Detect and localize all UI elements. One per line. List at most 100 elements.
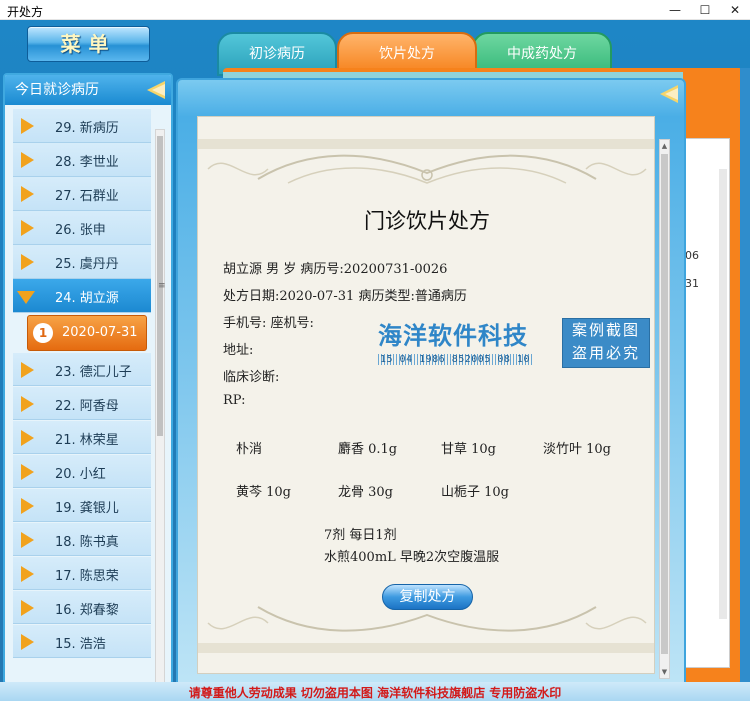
arrow-icon [21,463,34,480]
minimize-button[interactable]: — [660,0,690,20]
list-item[interactable]: 15. 浩浩 [13,624,151,658]
prescription-title: 门诊饮片处方 [364,209,490,233]
watermark-code: 15 04 1986 852005 08 10 [378,354,532,365]
window-title: 开处方 [7,5,44,19]
close-button[interactable]: ✕ [720,0,750,20]
arrow-icon [21,254,34,270]
arrow-icon [21,429,34,446]
prescription-dialog: 门诊饮片处方 胡立源 男 岁 病历号:20200731-0026 处方日期:20… [176,78,686,694]
top-ornament-icon [198,139,654,184]
address-line: 地址: [223,343,254,358]
list-item[interactable]: 25. 虞丹丹 [13,245,151,279]
visit-date-item[interactable]: 1 2020-07-31 [27,314,147,351]
list-item-label: 16. 郑春黎 [55,602,119,618]
drug-item: 淡竹叶 10g [543,442,611,457]
arrow-icon [21,497,34,514]
list-item[interactable]: 17. 陈思荣 [13,556,151,590]
list-item[interactable]: 22. 阿香母 [13,386,151,420]
list-item[interactable]: 18. 陈书真 [13,522,151,556]
background-text-b: 31 [685,277,699,290]
drug-item: 朴消 [236,442,263,457]
title-bar: 开处方 — ☐ ✕ [0,0,750,20]
background-scrollbar[interactable] [719,169,727,619]
drug-item: 山栀子 10g [441,485,509,500]
prescription-paper: 门诊饮片处方 胡立源 男 岁 病历号:20200731-0026 处方日期:20… [197,116,655,674]
list-item-label: 21. 林荣星 [55,432,119,448]
app-body: 菜单 初诊病历 中成药处方 饮片处方 06 31 今日就诊病历 29. 新病历 2… [0,20,750,694]
arrow-icon [21,531,34,548]
list-item-label: 15. 浩浩 [55,636,106,652]
rp-line: RP: [223,393,246,408]
list-item[interactable]: 23. 德汇儿子 [13,352,151,386]
arrow-icon [21,599,34,616]
list-item-label: 28. 李世业 [55,155,119,170]
splitter-grip-icon[interactable]: ≡ [158,281,166,291]
today-visits-panel: 今日就诊病历 29. 新病历 28. 李世业 27. 石群业 26. 张申 25. 虞丹… [3,73,173,685]
visit-list-scrollbar[interactable] [155,129,165,683]
prescription-scrollbar[interactable]: ▲ ▼ [659,139,670,679]
list-item[interactable]: 24. 胡立源 [13,279,151,313]
patient-info-line: 胡立源 男 岁 病历号:20200731-0026 [223,262,448,277]
menu-button[interactable]: 菜单 [27,26,150,62]
scroll-up-icon[interactable]: ▲ [660,141,669,151]
copy-prescription-button[interactable]: 复制处方 [382,584,473,610]
diagnosis-line: 临床诊断: [223,370,280,385]
maximize-button[interactable]: ☐ [690,0,720,20]
watermark-notice-line2: 盗用必究 [571,344,640,362]
drug-item: 甘草 10g [441,442,496,457]
scrollbar-thumb[interactable] [661,154,668,654]
list-item-label: 25. 虞丹丹 [55,257,119,272]
phone-line: 手机号: 座机号: [223,316,314,331]
arrow-icon [21,565,34,582]
list-item-label: 20. 小红 [55,466,106,482]
list-item-label: 26. 张申 [55,223,106,238]
dialog-collapse-icon[interactable] [658,85,678,103]
arrow-icon [21,361,34,378]
collapse-icon[interactable] [145,81,165,99]
today-visits-title: 今日就诊病历 [15,82,99,98]
visit-number-badge: 1 [33,322,53,343]
arrow-icon [21,395,34,412]
watermark-notice: 案例截图 盗用必究 [562,318,650,368]
footer-text: 请尊重他人劳动成果 切勿盗用本图 海洋软件科技旗舰店 专用防盗水印 [188,686,562,700]
scroll-down-icon[interactable]: ▼ [660,667,669,677]
watermark-notice-line1: 案例截图 [571,321,640,339]
right-edge [740,68,750,682]
arrow-icon [21,633,34,650]
list-item-label: 23. 德汇儿子 [55,364,132,380]
list-item[interactable]: 28. 李世业 [13,143,151,177]
list-item[interactable]: 29. 新病历 [13,109,151,143]
footer-banner: 请尊重他人劳动成果 切勿盗用本图 海洋软件科技旗舰店 专用防盗水印 [0,682,750,701]
list-item-label: 18. 陈书真 [55,534,119,550]
watermark: 海洋软件科技 15 04 1986 852005 08 10 案例截图 盗用必究 [376,316,652,374]
today-visits-header: 今日就诊病历 [5,75,171,105]
list-item-label: 29. 新病历 [55,121,119,136]
list-item-label: 27. 石群业 [55,189,119,204]
dosage-line: 7剂 每日1剂 [324,528,397,543]
drug-item: 龙骨 30g [338,485,393,500]
visit-date-label: 2020-07-31 [62,324,138,340]
visit-list: 29. 新病历 28. 李世业 27. 石群业 26. 张申 25. 虞丹丹 24. 胡立… [13,109,151,683]
watermark-brand: 海洋软件科技 [378,322,528,350]
expanded-arrow-icon [17,291,35,304]
usage-line: 水煎400mL 早晚2次空腹温服 [324,550,500,565]
drug-item: 黄芩 10g [236,485,291,500]
watermark-brand-block: 海洋软件科技 15 04 1986 852005 08 10 [376,316,559,374]
list-item[interactable]: 16. 郑春黎 [13,590,151,624]
list-item-label: 24. 胡立源 [55,291,119,306]
arrow-icon [21,118,34,134]
list-item[interactable]: 21. 林荣星 [13,420,151,454]
list-item[interactable]: 19. 龚银儿 [13,488,151,522]
arrow-icon [21,152,34,168]
list-item-label: 17. 陈思荣 [55,568,119,584]
drug-item: 麝香 0.1g [338,442,398,457]
list-item[interactable]: 20. 小红 [13,454,151,488]
date-type-line: 处方日期:2020-07-31 病历类型:普通病历 [223,289,467,304]
arrow-icon [21,220,34,236]
list-item[interactable]: 27. 石群业 [13,177,151,211]
background-text-a: 06 [685,249,699,262]
list-item-label: 22. 阿香母 [55,398,119,414]
list-item[interactable]: 26. 张申 [13,211,151,245]
list-item-label: 19. 龚银儿 [55,500,119,516]
arrow-icon [21,186,34,202]
